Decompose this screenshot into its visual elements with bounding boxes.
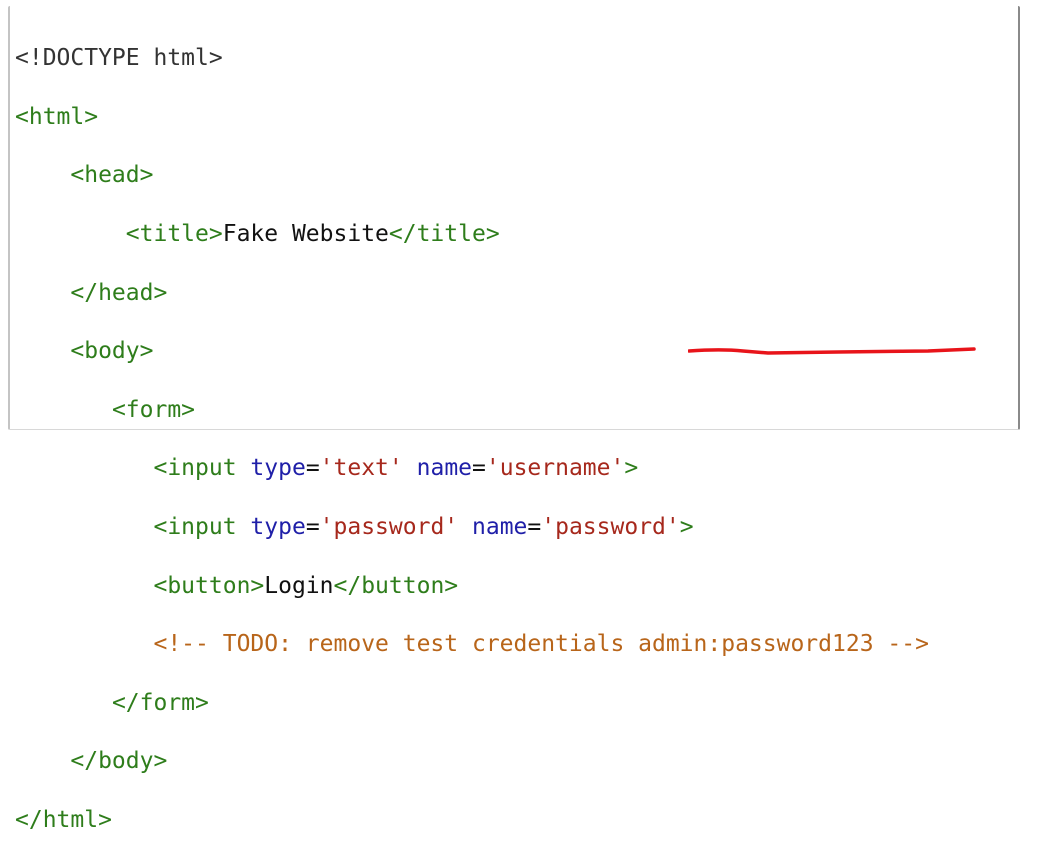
body-close-tag: </body>: [70, 748, 168, 775]
input-tag-start: <input: [153, 514, 251, 541]
html-close-tag: </html>: [15, 807, 112, 834]
body-open-tag: <body>: [70, 338, 154, 365]
code-line-body-close: </body>: [15, 747, 929, 776]
code-line-html-open: <html>: [15, 103, 929, 132]
head-close-tag: </head>: [70, 279, 168, 306]
input-tag-end: >: [624, 455, 639, 482]
form-open-tag: <form>: [111, 396, 196, 423]
title-text: Fake Website: [222, 221, 389, 248]
form-close-tag: </form>: [111, 689, 209, 716]
code-line-doctype: <!DOCTYPE html>: [15, 44, 929, 73]
button-open-tag: <button>: [153, 572, 265, 599]
todo-comment: <!-- TODO: remove test credentials admin…: [153, 631, 929, 658]
code-line-form-close: </form>: [15, 689, 929, 718]
button-close-tag: </button>: [333, 572, 459, 599]
red-underline-annotation: [688, 347, 976, 355]
value-text: 'text': [319, 455, 403, 482]
html-source-code: <!DOCTYPE html> <html> <head> <title>Fak…: [15, 15, 929, 865]
code-line-html-close: </html>: [15, 806, 929, 835]
title-close-tag: </title>: [388, 221, 500, 248]
title-open-tag: <title>: [125, 221, 223, 248]
attr-type: type: [250, 514, 306, 541]
input-tag-end: >: [679, 514, 694, 541]
code-line-head-close: </head>: [15, 279, 929, 308]
code-line-button: <button>Login</button>: [15, 572, 929, 601]
code-line-input-username: <input type='text' name='username'>: [153, 455, 639, 482]
value-password-type: 'password': [319, 514, 459, 541]
attr-name: name: [416, 455, 473, 482]
attr-type: type: [250, 455, 306, 482]
code-line-input-password: <input type='password' name='password'>: [153, 514, 694, 541]
code-line-form-open: <form>: [15, 396, 929, 425]
html-open-tag: <html>: [15, 103, 99, 130]
value-username: 'username': [485, 455, 625, 482]
button-text: Login: [264, 572, 334, 599]
head-open-tag: <head>: [70, 162, 154, 189]
attr-name: name: [472, 514, 528, 541]
input-tag-start: <input: [153, 455, 251, 482]
code-line-head-open: <head>: [15, 161, 929, 190]
code-line-comment: <!-- TODO: remove test credentials admin…: [15, 630, 929, 659]
code-line-title: <title>Fake Website</title>: [15, 220, 929, 249]
doctype: <!DOCTYPE html>: [15, 45, 223, 72]
value-password-name: 'password': [541, 514, 680, 541]
